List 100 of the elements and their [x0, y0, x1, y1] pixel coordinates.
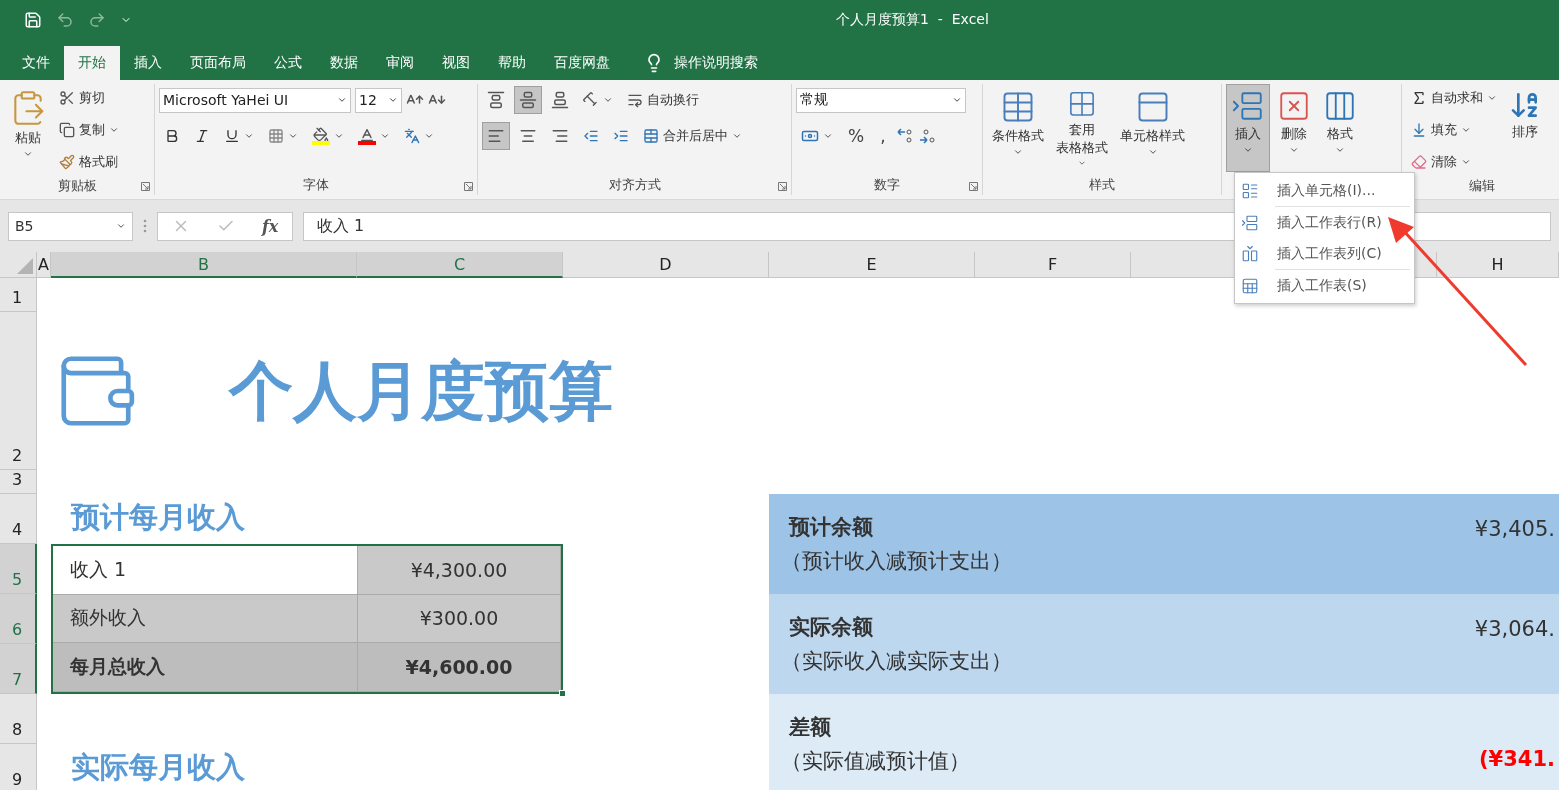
sort-button[interactable]: 排序: [1504, 84, 1546, 172]
cells-button[interactable]: 删除: [1272, 84, 1316, 172]
decrease-decimal-icon[interactable]: [917, 127, 936, 145]
left-align-icon: [487, 127, 505, 145]
row-header[interactable]: 9: [0, 744, 37, 790]
launcher-icon[interactable]: [778, 182, 787, 191]
row-insert-icon: [1231, 89, 1265, 123]
middle-align-icon: [519, 91, 537, 109]
font-size-select[interactable]: 12: [355, 87, 402, 113]
cut-button[interactable]: 剪切: [54, 84, 124, 112]
wrap-text-button[interactable]: 自动换行: [622, 86, 704, 114]
name-box[interactable]: B5: [8, 211, 133, 241]
cells-button[interactable]: 插入: [1226, 84, 1270, 172]
row-header[interactable]: 6: [0, 594, 37, 644]
insert-function-button[interactable]: fx: [261, 216, 279, 236]
caret-icon: [1289, 145, 1299, 155]
row-header[interactable]: 3: [0, 470, 37, 494]
caret-icon: [603, 95, 613, 105]
redo-button[interactable]: [88, 11, 106, 29]
ribbon-tab[interactable]: 开始: [64, 46, 120, 80]
paste-button[interactable]: 粘贴: [4, 84, 52, 172]
group-label: 字体: [303, 176, 329, 194]
group-label: 剪贴板: [57, 177, 97, 195]
row-header[interactable]: 2: [0, 312, 37, 470]
font-color-icon: [358, 127, 376, 145]
ribbon-tab[interactable]: 视图: [428, 46, 484, 80]
style-button[interactable]: 条件格式: [987, 84, 1049, 172]
column-header[interactable]: C: [357, 252, 563, 278]
merge-center-button[interactable]: 合并后居中: [638, 122, 747, 150]
section-heading: 实际每月收入: [70, 749, 246, 786]
ribbon-tab[interactable]: 页面布局: [176, 46, 260, 80]
caret-icon: [1461, 157, 1471, 167]
caret-icon: [109, 125, 119, 135]
menu-item[interactable]: 插入工作表行(R): [1235, 207, 1414, 238]
format-painter-button[interactable]: 格式刷: [54, 148, 124, 176]
column-header[interactable]: A: [37, 252, 51, 278]
column-header[interactable]: E: [769, 252, 975, 278]
menu-item[interactable]: 插入工作表(S): [1235, 270, 1414, 301]
launcher-icon[interactable]: [969, 182, 978, 191]
fill-button[interactable]: 填充: [1406, 116, 1502, 144]
window-title: 个人月度预算1 - Excel: [836, 11, 989, 29]
columns-icon: [1323, 89, 1357, 123]
row-header[interactable]: 8: [0, 694, 37, 744]
ribbon-tab[interactable]: 插入: [120, 46, 176, 80]
list-icon: [1241, 181, 1259, 200]
ribbon-tab[interactable]: 帮助: [484, 46, 540, 80]
number-format-select[interactable]: 常规: [796, 87, 966, 113]
menu-item[interactable]: 插入单元格(I)...: [1235, 175, 1414, 206]
clear-button[interactable]: 清除: [1406, 148, 1502, 176]
ribbon-tab[interactable]: 数据: [316, 46, 372, 80]
style-button[interactable]: 套用 表格格式: [1051, 84, 1113, 172]
caret-icon: [1487, 93, 1497, 103]
increase-decimal-icon[interactable]: [895, 127, 914, 145]
menu-item[interactable]: 插入工作表列(C): [1235, 238, 1414, 269]
column-header[interactable]: B: [51, 252, 357, 278]
percent-button[interactable]: %: [842, 126, 871, 146]
ribbon-tab[interactable]: 百度网盘: [540, 46, 624, 80]
style-button[interactable]: 单元格样式: [1115, 84, 1190, 172]
section-heading: 预计每月收入: [69, 499, 246, 536]
row-header[interactable]: 5: [0, 544, 37, 594]
table-cell: ¥4,300.00: [358, 546, 561, 595]
align-button[interactable]: [514, 86, 542, 114]
caret-icon: [23, 149, 33, 159]
copy-button[interactable]: 复制: [54, 116, 124, 144]
launcher-icon[interactable]: [464, 182, 473, 191]
fill-handle[interactable]: [559, 690, 566, 697]
row-header[interactable]: 7: [0, 644, 37, 694]
caret-icon: [1335, 145, 1345, 155]
column-insert-icon: [1241, 244, 1259, 263]
ribbon-tab[interactable]: 审阅: [372, 46, 428, 80]
ribbon-tab[interactable]: 文件: [8, 46, 64, 80]
save-button[interactable]: [24, 11, 42, 29]
row-header[interactable]: 1: [0, 278, 37, 312]
tell-me-search[interactable]: 操作说明搜索: [638, 46, 764, 80]
comma-button[interactable]: ,: [874, 126, 892, 146]
caret-icon: [1147, 147, 1158, 157]
sheet-icon: [1241, 276, 1259, 295]
copy-icon: [59, 122, 75, 138]
caret-icon: [952, 95, 962, 105]
column-header[interactable]: F: [975, 252, 1131, 278]
caret-icon: [1461, 125, 1471, 135]
row-header[interactable]: 4: [0, 494, 37, 544]
merge-cells-icon: [643, 128, 659, 144]
column-header[interactable]: D: [563, 252, 769, 278]
align-button[interactable]: [482, 122, 510, 150]
ribbon-tab[interactable]: 公式: [260, 46, 316, 80]
summary-note: （实际值减预计值）: [781, 748, 970, 775]
autosum-button[interactable]: 自动求和: [1406, 84, 1502, 112]
column-header[interactable]: H: [1437, 252, 1559, 278]
font-name-select[interactable]: Microsoft YaHei UI: [159, 87, 351, 113]
summary-value: (¥341.: [1478, 747, 1555, 771]
launcher-icon[interactable]: [141, 182, 150, 191]
cells-button[interactable]: 格式: [1318, 84, 1362, 172]
caret-icon: [1013, 147, 1023, 157]
indent-increase-icon: [613, 128, 629, 144]
summary-title: 差额: [789, 714, 832, 741]
undo-button[interactable]: [56, 11, 74, 29]
row-insert-icon: [1241, 213, 1259, 232]
undo-icon: [56, 11, 74, 29]
summary-note: （预计收入减预计支出）: [781, 548, 1012, 575]
